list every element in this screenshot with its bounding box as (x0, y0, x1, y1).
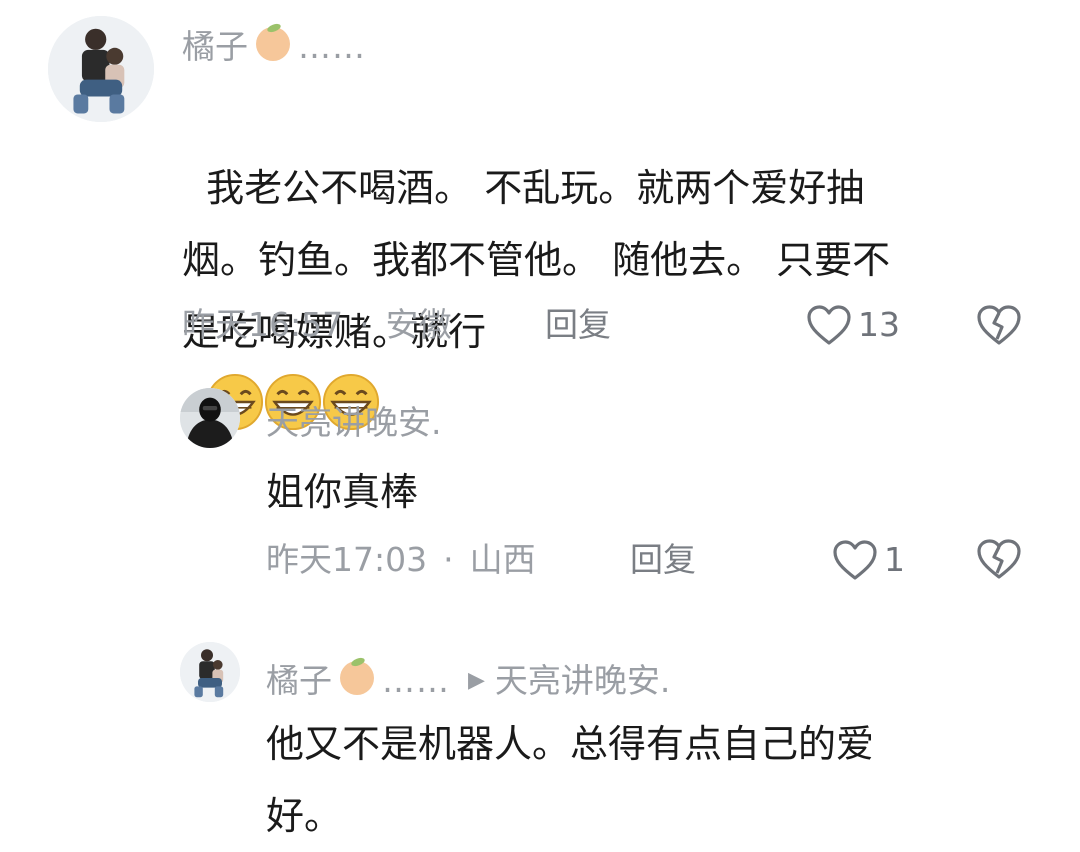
author-suffix: …… (382, 660, 450, 700)
broken-heart-icon (977, 305, 1021, 345)
like-count: 13 (858, 305, 900, 344)
dislike-button[interactable] (975, 303, 1023, 351)
meta-separator: · (359, 305, 370, 344)
reply-button[interactable]: 回复 (630, 540, 696, 580)
reply-arrow-icon: ▶ (468, 667, 485, 693)
comment-time: 昨天17:03 (266, 540, 428, 579)
comment-meta: 昨天17:03 · 山西 (266, 540, 586, 580)
comment-author[interactable]: 橘子 …… (182, 22, 366, 71)
avatar[interactable] (180, 388, 240, 448)
like-count: 1 (884, 540, 905, 579)
heart-icon (833, 540, 877, 580)
reply-to-name[interactable]: 天亮讲晚安. (495, 661, 671, 701)
author-name[interactable]: 橘子 (182, 27, 248, 67)
like-button[interactable]: 1 (832, 539, 905, 581)
comment-text: 我老公不喝酒。 不乱玩。就两个爱好抽 烟。钓鱼。我都不管他。 随他去。 只要不 … (182, 80, 1052, 440)
meta-separator: · (443, 540, 454, 579)
comment-meta: 昨天16:57 · 安徽 (182, 305, 502, 345)
like-button[interactable]: 13 (806, 304, 900, 346)
avatar[interactable] (180, 642, 240, 702)
comment-location: 安徽 (385, 305, 452, 344)
dislike-button[interactable] (975, 537, 1023, 585)
author-name[interactable]: 橘子 (266, 661, 332, 701)
tangerine-icon (252, 22, 294, 71)
heart-icon (807, 305, 851, 345)
comment-text: 他又不是机器人。总得有点自己的爱 好。 (266, 722, 875, 838)
comment-time: 昨天16:57 (182, 305, 344, 344)
broken-heart-icon (977, 539, 1021, 579)
reply-button[interactable]: 回复 (545, 305, 611, 345)
comment-location: 山西 (469, 540, 536, 579)
comment-author[interactable]: 天亮讲晚安. (266, 403, 442, 443)
avatar[interactable] (48, 16, 154, 122)
author-name[interactable]: 天亮讲晚安. (266, 403, 442, 443)
comment-author[interactable]: 橘子 …… ▶ 天亮讲晚安. (266, 656, 670, 705)
comment-text: 姐你真棒 (266, 470, 419, 514)
author-suffix: …… (298, 26, 366, 66)
tangerine-icon (336, 656, 378, 705)
